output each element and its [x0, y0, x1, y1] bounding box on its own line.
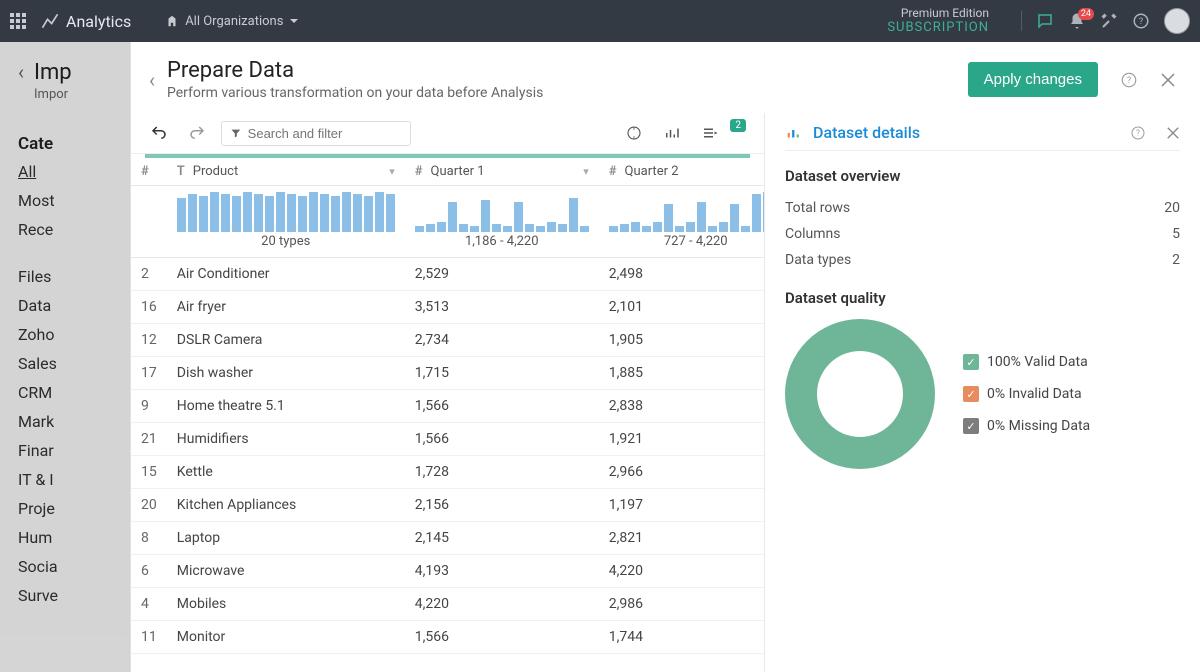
panel-subtitle: Perform various transformation on your d… [167, 85, 956, 101]
legend-row: ✓0% Invalid Data [963, 386, 1090, 402]
hist-q1 [415, 190, 589, 232]
table-row[interactable]: 17Dish washer1,7151,885 [131, 357, 764, 390]
col-q1: Quarter 1 [431, 164, 485, 179]
prepare-data-panel: ‹ Prepare Data Perform various transform… [130, 42, 1200, 672]
overview-heading: Dataset overview [785, 167, 1180, 185]
analytics-logo-icon [40, 11, 60, 31]
org-selector[interactable]: All Organizations [165, 14, 299, 29]
col-product: Product [193, 164, 238, 179]
col-q2: Quarter 2 [625, 164, 679, 179]
legend-checkbox: ✓ [963, 418, 979, 434]
filter-icon [230, 127, 242, 140]
legend-checkbox: ✓ [963, 386, 979, 402]
brand-logo[interactable]: Analytics [40, 11, 131, 31]
chevron-down-icon[interactable]: ▾ [389, 165, 395, 178]
table-row[interactable]: 8Laptop2,1452,821 [131, 522, 764, 555]
table-row[interactable]: 16Air fryer3,5132,101 [131, 291, 764, 324]
chevron-down-icon[interactable]: ▾ [583, 165, 589, 178]
chevron-down-icon [289, 16, 299, 26]
table-row[interactable]: 20Kitchen Appliances2,1561,197 [131, 489, 764, 522]
tools-icon[interactable] [1100, 12, 1118, 30]
svg-text:?: ? [1127, 76, 1131, 86]
legend-row: ✓100% Valid Data [963, 354, 1090, 370]
quality-legend: ✓100% Valid Data ✓0% Invalid Data ✓0% Miss… [963, 354, 1090, 434]
legend-row: ✓0% Missing Data [963, 418, 1090, 434]
close-icon[interactable] [1166, 126, 1180, 140]
close-icon[interactable] [1160, 72, 1176, 88]
table-row[interactable]: 4Mobiles4,2202,986 [131, 588, 764, 621]
data-table: # TProduct▾ #Quarter 1▾ #Quarter 2 20 ty… [131, 158, 764, 654]
target-icon[interactable] [620, 119, 648, 147]
apply-changes-button[interactable]: Apply changes [968, 62, 1098, 97]
panel-header: ‹ Prepare Data Perform various transform… [131, 42, 1200, 113]
steps-badge: 2 [730, 119, 746, 132]
table-row[interactable]: 21Humidifiers1,5661,921 [131, 423, 764, 456]
details-title: Dataset details [813, 123, 920, 142]
table-body: 2Air Conditioner2,5292,49816Air fryer3,5… [131, 258, 764, 654]
svg-text:?: ? [1136, 128, 1140, 137]
table-row[interactable]: 6Microwave4,1934,220 [131, 555, 764, 588]
table-header-row: # TProduct▾ #Quarter 1▾ #Quarter 2 [131, 158, 764, 186]
apps-grid-icon[interactable] [10, 13, 26, 29]
quality-donut-chart [785, 319, 935, 469]
overview-row: Columns5 [785, 221, 1180, 247]
org-label: All Organizations [185, 14, 283, 29]
steps-icon[interactable] [696, 119, 724, 147]
search-input[interactable] [248, 126, 402, 141]
back-button[interactable]: ‹ [149, 68, 155, 92]
table-row[interactable]: 2Air Conditioner2,5292,498 [131, 258, 764, 291]
navbar-divider [1021, 11, 1022, 31]
top-navbar: Analytics All Organizations Premium Edit… [0, 0, 1200, 42]
hist-q2 [609, 190, 764, 232]
chat-icon[interactable] [1036, 12, 1054, 30]
prep-toolbar: 2 [131, 113, 764, 154]
building-icon [165, 14, 179, 28]
overview-row: Data types2 [785, 247, 1180, 273]
subscription-info[interactable]: Premium Edition SUBSCRIPTION [887, 6, 989, 36]
table-row[interactable]: 15Kettle1,7282,966 [131, 456, 764, 489]
columns-icon[interactable] [658, 119, 686, 147]
quality-heading: Dataset quality [785, 289, 1180, 307]
table-row[interactable]: 11Monitor1,5661,744 [131, 621, 764, 654]
bg-subtitle: Impor [34, 87, 72, 102]
table-row[interactable]: 9Home theatre 5.11,5662,838 [131, 390, 764, 423]
overview-row: Total rows20 [785, 195, 1180, 221]
bg-title: Imp [34, 60, 72, 85]
help-icon[interactable]: ? [1132, 12, 1150, 30]
help-icon[interactable]: ? [1130, 125, 1146, 141]
redo-button[interactable] [183, 119, 211, 147]
data-prep-area: 2 # TProduct▾ #Quarter 1▾ #Quarter 2 [131, 113, 765, 672]
notifications-icon[interactable] [1068, 12, 1086, 30]
hist-product [177, 190, 395, 232]
overview-list: Total rows20Columns5Data types2 [785, 195, 1180, 273]
panel-title: Prepare Data [167, 58, 956, 83]
help-icon[interactable]: ? [1120, 71, 1138, 89]
user-avatar[interactable] [1164, 8, 1190, 34]
legend-checkbox: ✓ [963, 354, 979, 370]
brand-name: Analytics [66, 12, 131, 31]
premium-line2: SUBSCRIPTION [887, 20, 989, 36]
premium-line1: Premium Edition [887, 6, 989, 20]
dataset-details-panel: Dataset details ? Dataset overview Total… [765, 113, 1200, 672]
table-row[interactable]: 12DSLR Camera2,7341,905 [131, 324, 764, 357]
search-filter-box[interactable] [221, 121, 411, 146]
bars-icon [785, 124, 803, 142]
undo-button[interactable] [145, 119, 173, 147]
histogram-row: 20 types 1,186 - 4,220 727 - 4,220 [131, 186, 764, 258]
svg-text:?: ? [1139, 17, 1143, 27]
